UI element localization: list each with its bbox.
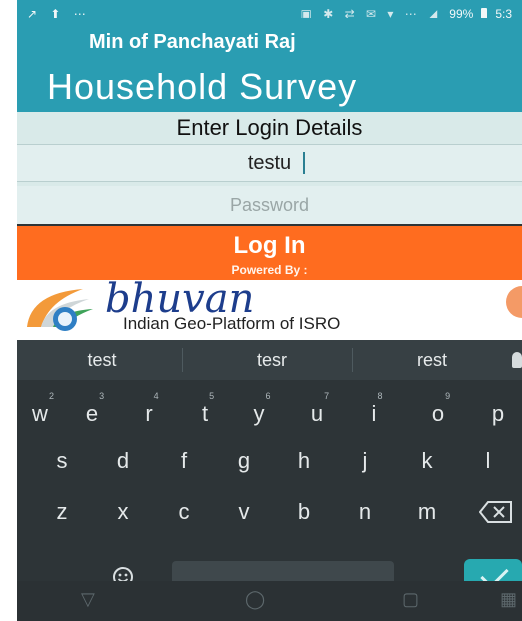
app-title: Household Survey — [47, 66, 358, 107]
key-g[interactable]: g — [221, 439, 267, 483]
suggestion-3[interactable]: rest — [357, 340, 507, 380]
key-l[interactable]: l — [465, 439, 511, 483]
key-c[interactable]: c — [161, 490, 207, 534]
soft-keyboard: test tesr rest w2e3r4t5y6 u7i8 o9 p sdfghjk… — [17, 340, 522, 621]
orange-badge-icon — [506, 286, 522, 318]
key-r[interactable]: r4 — [126, 391, 172, 436]
key-w[interactable]: w2 — [17, 391, 63, 436]
login-panel: Enter Login Details — [17, 112, 522, 224]
bhuvan-tagline: Indian Geo-Platform of ISRO — [123, 314, 341, 333]
suggestion-divider — [182, 348, 183, 372]
key-f[interactable]: f — [161, 439, 207, 483]
key-o[interactable]: o9 — [415, 391, 461, 436]
key-t[interactable]: t5 — [182, 391, 228, 436]
key-p[interactable]: p — [475, 392, 521, 436]
back-icon[interactable]: ▽ — [81, 589, 95, 610]
phone-screen: ↗ ⬆ ⋯ ▣ ✱ ⇄ ✉ ▾ ⋯ ◢ 99% 5:3 Min of Panch… — [17, 0, 522, 621]
bhuvan-logo-banner: bhuvan Indian Geo-Platform of ISRO — [17, 276, 522, 340]
ministry-title: Min of Panchayati Raj — [89, 31, 296, 53]
key-y[interactable]: y6 — [236, 391, 282, 436]
password-input[interactable] — [17, 186, 522, 224]
backspace-icon[interactable] — [479, 500, 513, 524]
key-e[interactable]: e3 — [69, 391, 115, 436]
key-j[interactable]: j — [342, 439, 388, 483]
suggestion-strip: test tesr rest — [17, 340, 522, 380]
login-button-label: Log In — [233, 232, 306, 259]
recents-icon[interactable]: ▢ — [402, 589, 419, 610]
key-z[interactable]: z — [39, 490, 85, 534]
bhuvan-logo-icon — [27, 289, 93, 331]
suggestion-1[interactable]: test — [27, 340, 177, 380]
key-x[interactable]: x — [100, 490, 146, 534]
key-s[interactable]: s — [39, 439, 85, 483]
key-i[interactable]: i8 — [351, 391, 397, 436]
username-input[interactable] — [17, 144, 522, 182]
key-d[interactable]: d — [100, 439, 146, 483]
app-header: Min of Panchayati Raj Household Survey — [17, 18, 522, 118]
login-button[interactable]: Log In Powered By : — [17, 226, 522, 280]
suggestion-2[interactable]: tesr — [197, 340, 347, 380]
key-n[interactable]: n — [342, 490, 388, 534]
keyboard-switch-icon[interactable]: ▦ — [500, 589, 517, 610]
key-k[interactable]: k — [404, 439, 450, 483]
key-h[interactable]: h — [281, 439, 327, 483]
text-cursor — [303, 152, 305, 174]
key-b[interactable]: b — [281, 490, 327, 534]
microphone-icon[interactable] — [512, 352, 522, 368]
powered-by-label: Powered By : — [231, 263, 308, 277]
key-v[interactable]: v — [221, 490, 267, 534]
home-icon[interactable]: ◯ — [245, 589, 265, 610]
navigation-bar: ▽ ◯ ▢ ▦ — [17, 581, 522, 621]
key-u[interactable]: u7 — [294, 391, 340, 436]
login-heading: Enter Login Details — [176, 115, 363, 140]
suggestion-divider — [352, 348, 353, 372]
key-m[interactable]: m — [404, 490, 450, 534]
